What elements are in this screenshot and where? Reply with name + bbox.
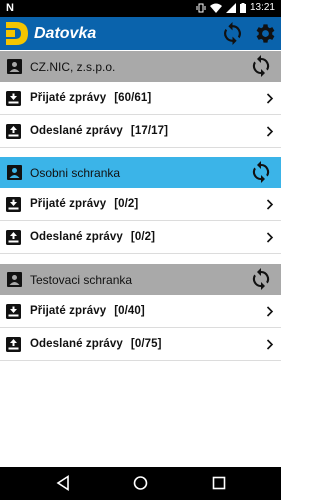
account-name: Testovaci schranka [30, 273, 133, 287]
received-messages-row[interactable]: Přijaté zprávy [0/2] [0, 188, 281, 221]
sync-account-icon[interactable] [249, 160, 273, 184]
message-count: [0/40] [114, 305, 145, 317]
navigation-bar [0, 467, 281, 500]
account-icon [7, 59, 22, 74]
chevron-right-icon [266, 93, 274, 104]
row-label: Přijaté zprávy [30, 198, 107, 210]
account-header[interactable]: Osobni schranka [0, 157, 281, 188]
message-count: [0/2] [114, 198, 139, 210]
account-name: CZ.NIC, z.s.p.o. [30, 60, 116, 74]
chevron-right-icon [266, 306, 274, 317]
row-label: Přijaté zprávy [30, 305, 107, 317]
status-bar: N 13:21 [0, 0, 281, 17]
inbox-icon [6, 304, 21, 319]
row-label: Odeslané zprávy [30, 231, 123, 243]
clock: 13:21 [249, 2, 275, 13]
wifi-icon [209, 3, 222, 13]
battery-icon [239, 2, 246, 13]
outbox-icon [6, 230, 21, 245]
back-icon[interactable] [56, 475, 70, 491]
chevron-right-icon [266, 232, 274, 243]
sync-account-icon[interactable] [249, 267, 273, 291]
chevron-right-icon [266, 126, 274, 137]
notification-icon: N [6, 2, 14, 14]
received-messages-row[interactable]: Přijaté zprávy [60/61] [0, 82, 281, 115]
row-label: Odeslané zprávy [30, 125, 123, 137]
sent-messages-row[interactable]: Odeslané zprávy [0/75] [0, 328, 281, 361]
inbox-icon [6, 197, 21, 212]
chevron-right-icon [266, 199, 274, 210]
account-icon [7, 165, 22, 180]
outbox-icon [6, 124, 21, 139]
chevron-right-icon [266, 339, 274, 350]
sent-messages-row[interactable]: Odeslané zprávy [17/17] [0, 115, 281, 148]
inbox-icon [6, 91, 21, 106]
datovka-logo [6, 22, 28, 45]
vibrate-icon [196, 3, 206, 12]
message-count: [0/2] [130, 231, 156, 243]
account-name: Osobni schranka [30, 166, 121, 180]
signal-icon [225, 2, 236, 13]
sent-messages-row[interactable]: Odeslané zprávy [0/2] [0, 221, 281, 254]
recents-icon[interactable] [212, 475, 226, 491]
sync-account-icon[interactable] [249, 54, 273, 78]
account-header[interactable]: Testovaci schranka [0, 264, 281, 295]
account-header[interactable]: CZ.NIC, z.s.p.o. [0, 51, 281, 82]
account-icon [7, 272, 22, 287]
app-title: Datovka [34, 25, 97, 42]
sync-all-icon[interactable] [220, 21, 245, 46]
outbox-icon [6, 337, 21, 352]
row-label: Přijaté zprávy [30, 92, 107, 104]
message-count: [0/75] [130, 338, 162, 350]
gear-icon[interactable] [252, 21, 277, 46]
row-label: Odeslané zprávy [30, 338, 123, 350]
message-count: [60/61] [114, 92, 152, 104]
message-count: [17/17] [130, 125, 169, 137]
app-bar: Datovka [0, 17, 281, 50]
home-icon[interactable] [133, 475, 148, 491]
received-messages-row[interactable]: Přijaté zprávy [0/40] [0, 295, 281, 328]
